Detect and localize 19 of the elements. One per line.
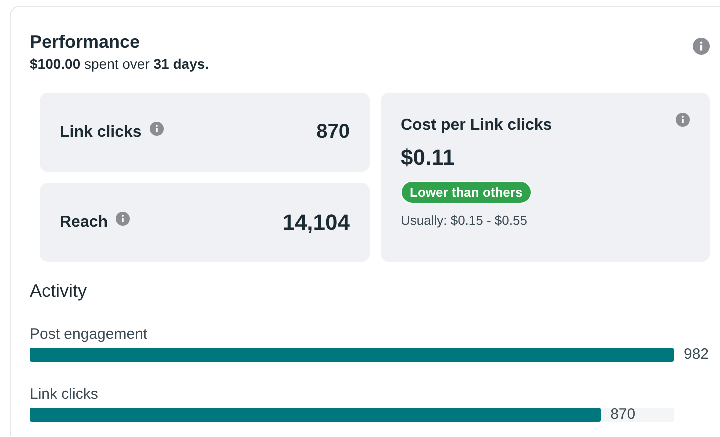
- cost-label: Cost per Link clicks: [401, 117, 552, 135]
- metric-value: 14,104: [282, 210, 350, 236]
- activity-title: Activity: [30, 281, 88, 302]
- spend-summary: $100.00 spent over 31 days.: [30, 56, 210, 72]
- metric-label: Link clicks: [60, 124, 142, 142]
- metric-value: 870: [316, 121, 350, 144]
- activity-label: Link clicks: [30, 386, 100, 403]
- activity-value: 982: [684, 346, 710, 363]
- info-icon[interactable]: [150, 122, 164, 136]
- activity-value: 870: [610, 406, 636, 423]
- cost-value: $0.11: [401, 145, 455, 171]
- info-icon[interactable]: [676, 113, 690, 127]
- metric-label: Reach: [60, 214, 108, 232]
- usual-range: Usually: $0.15 - $0.55: [401, 213, 528, 228]
- activity-label: Post engagement: [30, 326, 149, 343]
- info-icon[interactable]: [693, 38, 710, 55]
- info-icon[interactable]: [116, 212, 130, 226]
- section-title: Performance: [30, 31, 142, 53]
- comparison-badge: Lower than others: [401, 181, 532, 204]
